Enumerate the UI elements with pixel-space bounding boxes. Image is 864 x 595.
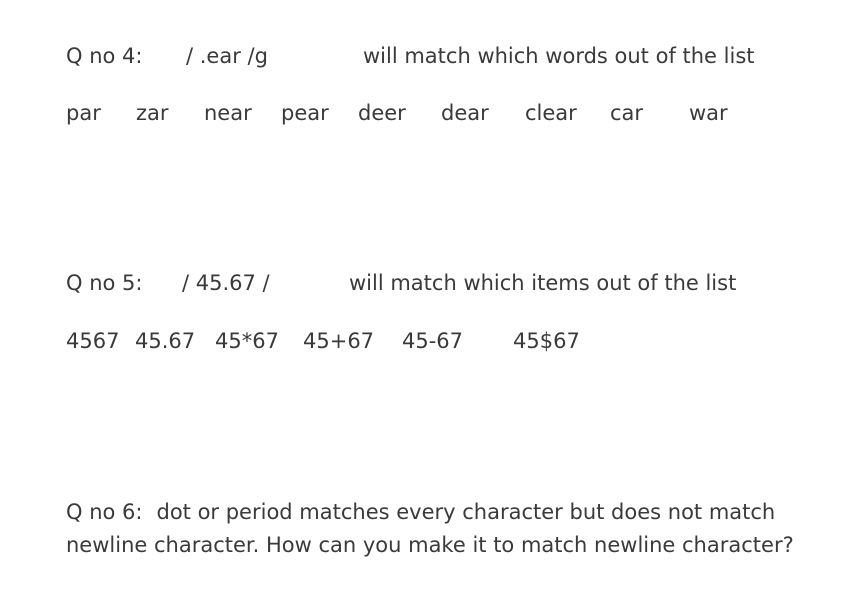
- question-6-label: Q no 6:: [66, 500, 143, 524]
- list-item: 4567: [66, 329, 120, 353]
- question-4-word-list: par zar near pear deer dear clear car wa…: [66, 97, 826, 130]
- list-item: 45-67: [402, 329, 464, 353]
- question-5-row: Q no 5: / 45.67 / will match which items…: [66, 267, 826, 300]
- question-5-pattern: / 45.67 /: [182, 271, 270, 295]
- list-item: car: [610, 101, 644, 125]
- list-item: 45$67: [513, 329, 580, 353]
- list-item: deer: [358, 101, 406, 125]
- list-item: dear: [441, 101, 489, 125]
- question-5-label: Q no 5:: [66, 271, 143, 295]
- list-item: pear: [281, 101, 329, 125]
- question-5-prompt: will match which items out of the list: [349, 271, 737, 295]
- question-4-label: Q no 4:: [66, 44, 143, 68]
- list-item: 45.67: [135, 329, 196, 353]
- question-4-pattern: / .ear /g: [186, 44, 268, 68]
- question-4-prompt: will match which words out of the list: [363, 44, 755, 68]
- list-item: clear: [525, 101, 577, 125]
- question-6-paragraph: Q no 6: dot or period matches every chara…: [66, 496, 806, 562]
- list-item: par: [66, 101, 101, 125]
- list-item: 45*67: [215, 329, 279, 353]
- question-4-row: Q no 4: / .ear /g will match which words…: [66, 40, 826, 73]
- list-item: near: [204, 101, 252, 125]
- question-6-text: dot or period matches every character bu…: [66, 500, 794, 557]
- list-item: zar: [136, 101, 169, 125]
- list-item: 45+67: [303, 329, 375, 353]
- list-item: war: [689, 101, 728, 125]
- question-5-item-list: 4567 45.67 45*67 45+67 45-67 45$67: [66, 325, 826, 358]
